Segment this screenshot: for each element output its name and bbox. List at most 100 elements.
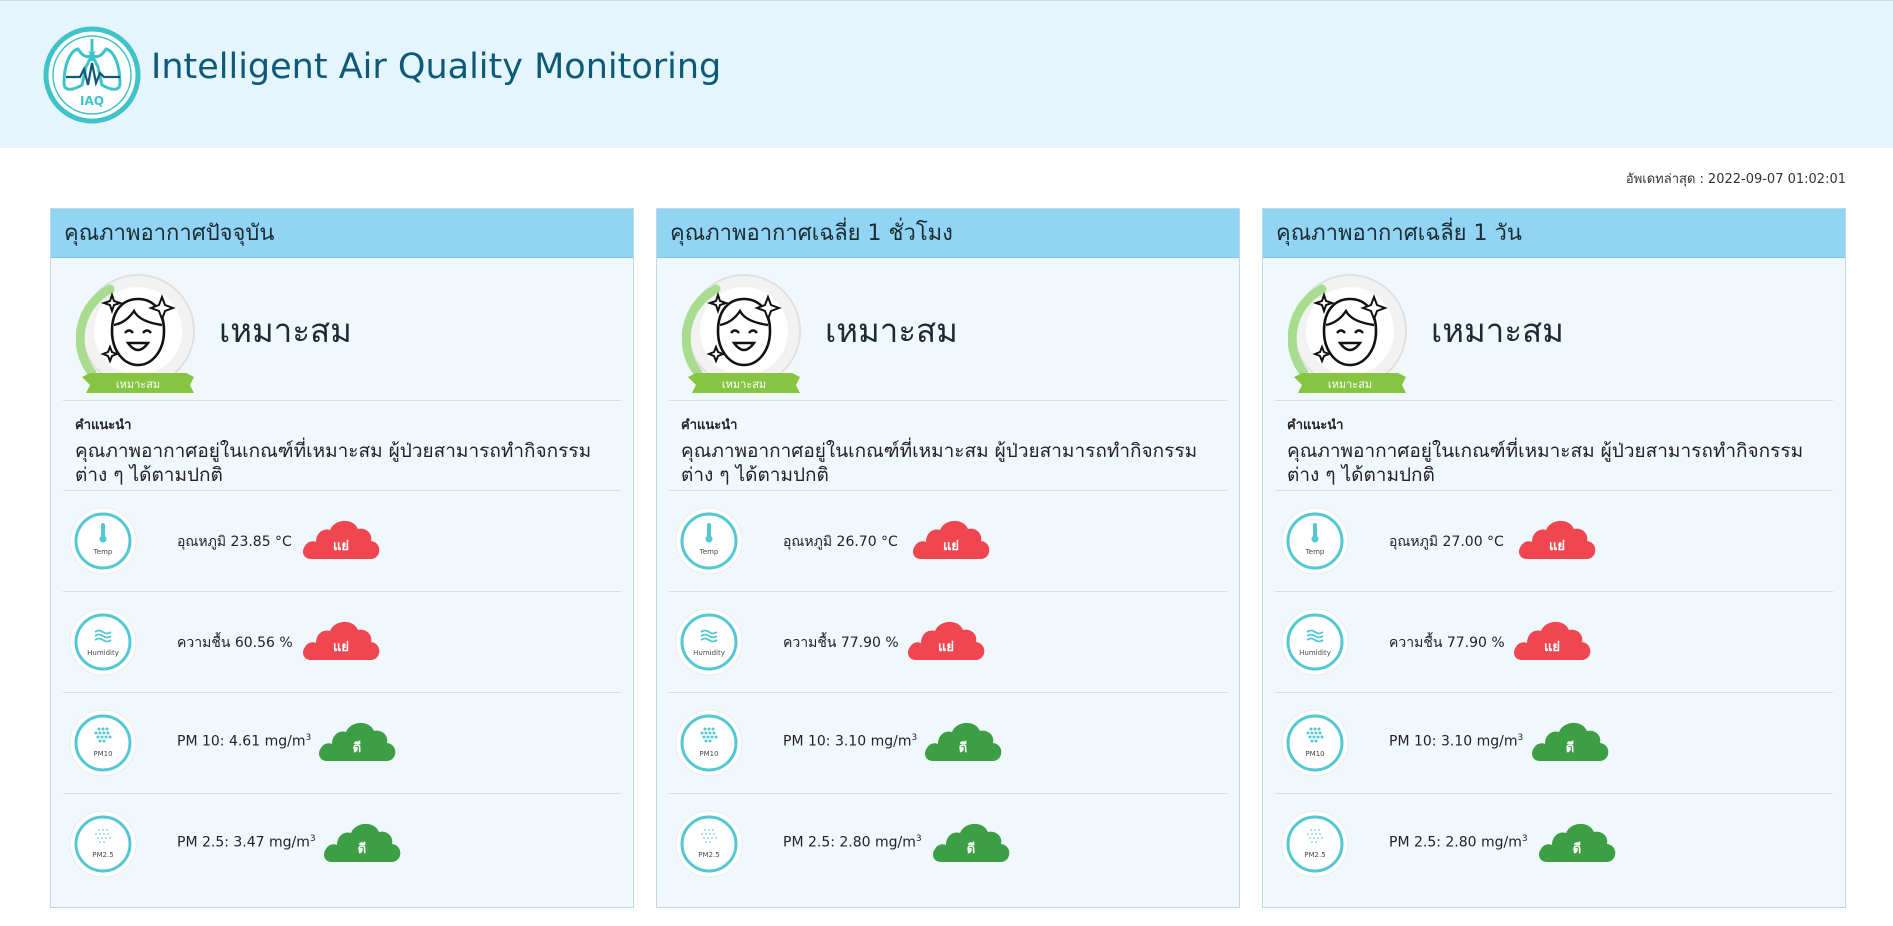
pm25-icon: PM2.5 [675,810,743,878]
good-rating-cloud-icon: ดี [1530,717,1610,763]
iaq-logo: IAQ [43,26,141,124]
metric-label: PM 10: 3.10 mg/m3 [1389,733,1523,750]
metric-row: PM2.5 PM 2.5: 2.80 mg/m3 ดี [1263,794,1845,894]
rating-text: ดี [966,842,976,857]
rating-text: ดี [1572,842,1582,857]
metric-value: อุณหภูมิ 26.70 °C [783,534,898,550]
metric-row: PM2.5 PM 2.5: 2.80 mg/m3 ดี [657,794,1239,894]
panel-title: คุณภาพอากาศเฉลี่ย 1 วัน [1263,209,1845,258]
panel-title: คุณภาพอากาศเฉลี่ย 1 ชั่วโมง [657,209,1239,258]
rating-text: แย่ [333,640,349,655]
last-updated-value: 2022-09-07 01:02:01 [1707,172,1846,187]
advice-line-2: ต่าง ๆ ได้ตามปกติ [681,464,829,486]
bad-rating-cloud-icon: แย่ [1512,616,1592,662]
metric-row: Humidity ความชื้น 77.90 % แย่ [657,592,1239,692]
metric-icon-label: Humidity [1299,649,1331,657]
last-updated: อัพเดทล่าสุด :2022-09-07 01:02:01 [1626,168,1850,189]
metric-icon-label: PM2.5 [92,851,113,859]
pm25-icon: PM2.5 [1281,810,1349,878]
rating-text: ดี [352,741,362,756]
metric-label: อุณหภูมิ 23.85 °C [177,531,292,553]
advice-label: คำแนะนำ [1287,418,1344,433]
good-rating-cloud-icon: ดี [1537,818,1617,864]
metric-value: PM 2.5: 2.80 mg/m [1389,834,1522,851]
status-text: เหมาะสม [219,311,352,350]
metrics-list: Temp อุณหภูมิ 27.00 °C แย่ Humidity ความ… [1263,491,1845,894]
pm10-icon: PM10 [69,709,137,777]
advice-line-2: ต่าง ๆ ได้ตามปกติ [1287,464,1435,486]
metric-row: Temp อุณหภูมิ 27.00 °C แย่ [1263,491,1845,591]
metrics-list: Temp อุณหภูมิ 26.70 °C แย่ Humidity ความ… [657,491,1239,894]
bad-rating-cloud-icon: แย่ [301,616,381,662]
metric-icon-label: PM2.5 [1304,851,1325,859]
humidity-icon: Humidity [1281,608,1349,676]
status-text: เหมาะสม [825,311,958,350]
thermometer-icon: Temp [69,507,137,575]
thermometer-icon: Temp [1281,507,1349,575]
metric-label: ความชื้น 77.90 % [1389,632,1505,654]
unit-superscript: 3 [915,834,922,844]
metric-value: ความชื้น 60.56 % [177,635,293,651]
good-rating-cloud-icon: ดี [317,717,397,763]
pm10-icon: PM10 [1281,709,1349,777]
metric-label: PM 2.5: 2.80 mg/m3 [1389,834,1528,851]
status-ribbon: เหมาะสม [722,378,766,391]
metric-label: อุณหภูมิ 27.00 °C [1389,531,1504,553]
metric-icon-label: PM2.5 [698,851,719,859]
metric-icon-label: Temp [1305,548,1325,556]
metric-value: PM 10: 4.61 mg/m [177,733,306,750]
pm10-icon: PM10 [675,709,743,777]
panel-title: คุณภาพอากาศปัจจุบัน [51,209,633,258]
metric-icon-label: PM10 [699,750,718,758]
app-header: IAQ Intelligent Air Quality Monitoring [0,0,1893,148]
metric-label: อุณหภูมิ 26.70 °C [783,531,898,553]
advice-section: คำแนะนำ คุณภาพอากาศอยู่ในเกณฑ์ที่เหมาะสม… [1263,401,1845,490]
advice-line-1: คุณภาพอากาศอยู่ในเกณฑ์ที่เหมาะสม ผู้ป่วย… [75,440,592,462]
rating-text: แย่ [1549,539,1565,554]
good-rating-cloud-icon: ดี [923,717,1003,763]
metric-value: ความชื้น 77.90 % [783,635,899,651]
metric-value: PM 10: 3.10 mg/m [783,733,912,750]
metric-value: PM 2.5: 2.80 mg/m [783,834,916,851]
metric-value: PM 2.5: 3.47 mg/m [177,834,310,851]
rating-text: ดี [1565,741,1575,756]
advice-section: คำแนะนำ คุณภาพอากาศอยู่ในเกณฑ์ที่เหมาะสม… [51,401,633,490]
metric-label: PM 2.5: 3.47 mg/m3 [177,834,316,851]
rating-text: แย่ [943,539,959,554]
good-rating-cloud-icon: ดี [322,818,402,864]
unit-superscript: 3 [1517,733,1524,743]
metric-label: ความชื้น 60.56 % [177,632,293,654]
bad-rating-cloud-icon: แย่ [1517,515,1597,561]
happy-face-icon: เหมาะสม [76,274,195,393]
metric-row: Temp อุณหภูมิ 26.70 °C แย่ [657,491,1239,591]
advice-label: คำแนะนำ [681,418,738,433]
metric-value: ความชื้น 77.90 % [1389,635,1505,651]
metric-value: อุณหภูมิ 23.85 °C [177,534,292,550]
advice-section: คำแนะนำ คุณภาพอากาศอยู่ในเกณฑ์ที่เหมาะสม… [657,401,1239,490]
bad-rating-cloud-icon: แย่ [301,515,381,561]
unit-superscript: 3 [911,733,918,743]
metric-icon-label: Humidity [87,649,119,657]
status-ribbon: เหมาะสม [1328,378,1372,391]
rating-text: ดี [357,842,367,857]
metric-label: PM 10: 4.61 mg/m3 [177,733,311,750]
humidity-icon: Humidity [675,608,743,676]
metric-label: PM 10: 3.10 mg/m3 [783,733,917,750]
advice-label: คำแนะนำ [75,418,132,433]
last-updated-label: อัพเดทล่าสุด : [1625,172,1704,187]
metric-icon-label: Humidity [693,649,725,657]
happy-face-icon: เหมาะสม [682,274,801,393]
status-row: เหมาะสม เหมาะสม [657,258,1239,400]
bad-rating-cloud-icon: แย่ [906,616,986,662]
humidity-icon: Humidity [69,608,137,676]
pm25-icon: PM2.5 [69,810,137,878]
status-ribbon: เหมาะสม [116,378,160,391]
metric-label: PM 2.5: 2.80 mg/m3 [783,834,922,851]
thermometer-icon: Temp [675,507,743,575]
happy-face-icon: เหมาะสม [1288,274,1407,393]
unit-superscript: 3 [305,733,312,743]
metric-label: ความชื้น 77.90 % [783,632,899,654]
rating-text: แย่ [333,539,349,554]
bad-rating-cloud-icon: แย่ [911,515,991,561]
metrics-list: Temp อุณหภูมิ 23.85 °C แย่ Humidity ความ… [51,491,633,894]
